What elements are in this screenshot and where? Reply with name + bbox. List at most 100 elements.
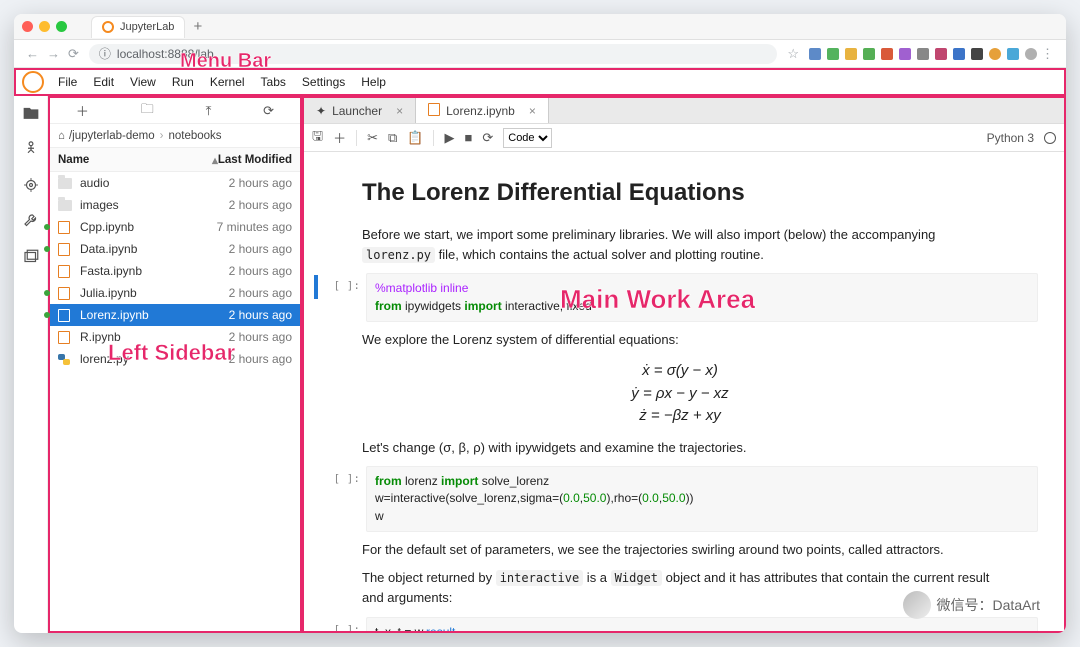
file-name: images: [80, 198, 229, 212]
run-icon[interactable]: ▶: [444, 130, 454, 146]
new-folder-icon[interactable]: 🗀: [141, 100, 154, 122]
extension-icon[interactable]: [1007, 48, 1019, 60]
extension-icon[interactable]: [809, 48, 821, 60]
menu-help[interactable]: Help: [353, 75, 394, 89]
extension-icon[interactable]: [881, 48, 893, 60]
file-row[interactable]: Cpp.ipynb7 minutes ago: [50, 216, 300, 238]
file-modified: 2 hours ago: [229, 242, 292, 256]
extension-icon[interactable]: [863, 48, 875, 60]
running-icon[interactable]: [22, 140, 40, 158]
menu-file[interactable]: File: [50, 75, 85, 89]
folder-icon: [58, 198, 74, 212]
watermark: 微信号：DataArt: [903, 591, 1040, 619]
close-tab-icon[interactable]: ×: [529, 104, 536, 118]
back-icon[interactable]: ←: [26, 46, 39, 61]
menu-icon[interactable]: ⋮: [1041, 46, 1054, 62]
column-name[interactable]: Name: [50, 154, 212, 166]
extension-icon[interactable]: [827, 48, 839, 60]
file-row[interactable]: Julia.ipynb2 hours ago: [50, 282, 300, 304]
file-row[interactable]: lorenz.py2 hours ago: [50, 348, 300, 370]
equations: ẋ = σ(y − x) ẏ = ρx − y − xz ż = −βz + x…: [322, 360, 1038, 428]
extension-icon[interactable]: [845, 48, 857, 60]
copy-icon[interactable]: ⧉: [388, 130, 397, 146]
code-cell[interactable]: [ ]: %matplotlib inline from ipywidgets …: [322, 273, 1038, 322]
file-modified: 2 hours ago: [229, 352, 292, 366]
breadcrumb-item[interactable]: jupyterlab-demo: [72, 130, 154, 142]
forward-icon[interactable]: →: [47, 46, 60, 61]
extension-icon[interactable]: [935, 48, 947, 60]
star-icon[interactable]: ☆: [787, 46, 799, 62]
upload-icon[interactable]: ⤒: [206, 103, 212, 119]
reload-icon[interactable]: ⟳: [68, 46, 79, 62]
close-window-icon[interactable]: [22, 21, 33, 32]
refresh-icon[interactable]: ⟳: [263, 103, 274, 119]
markdown-text: For the default set of parameters, we se…: [362, 540, 998, 560]
kernel-status-icon[interactable]: [1044, 132, 1056, 144]
extension-icon[interactable]: [989, 48, 1001, 60]
file-modified: 2 hours ago: [229, 308, 292, 322]
file-name: R.ipynb: [80, 330, 229, 344]
restart-icon[interactable]: ⟳: [482, 130, 493, 146]
menu-tabs[interactable]: Tabs: [253, 75, 294, 89]
paste-icon[interactable]: 📋: [407, 130, 423, 146]
tools-icon[interactable]: [22, 212, 40, 230]
tab-launcher[interactable]: ✦Launcher×: [304, 98, 416, 123]
file-row[interactable]: audio2 hours ago: [50, 172, 300, 194]
file-row[interactable]: R.ipynb2 hours ago: [50, 326, 300, 348]
browser-tab[interactable]: JupyterLab: [91, 16, 185, 38]
browser-tab-title: JupyterLab: [120, 21, 174, 33]
menu-settings[interactable]: Settings: [294, 75, 353, 89]
notebook-toolbar: 🖫 ＋ ✂ ⧉ 📋 ▶ ■ ⟳ Code Python 3: [304, 124, 1064, 152]
column-modified[interactable]: Last Modified: [218, 154, 300, 166]
minimize-window-icon[interactable]: [39, 21, 50, 32]
extension-icon[interactable]: [899, 48, 911, 60]
jupyter-logo-icon[interactable]: [22, 71, 44, 93]
file-row[interactable]: Lorenz.ipynb2 hours ago: [50, 304, 300, 326]
file-list-header[interactable]: Name ▴ Last Modified: [50, 148, 300, 172]
file-row[interactable]: images2 hours ago: [50, 194, 300, 216]
file-name: Fasta.ipynb: [80, 264, 229, 278]
python-icon: [58, 352, 74, 366]
extension-icon[interactable]: [917, 48, 929, 60]
notebook-title: The Lorenz Differential Equations: [362, 174, 998, 211]
address-bar[interactable]: ⓘ localhost:8888/lab: [89, 44, 777, 64]
tab-lorenz-ipynb[interactable]: Lorenz.ipynb×: [416, 98, 549, 123]
notebook-icon: [58, 242, 74, 256]
file-name: lorenz.py: [80, 352, 229, 366]
tabs-icon[interactable]: [22, 248, 40, 266]
new-tab-button[interactable]: +: [193, 18, 202, 35]
menu-run[interactable]: Run: [164, 75, 202, 89]
stop-icon[interactable]: ■: [464, 130, 472, 145]
menu-view[interactable]: View: [122, 75, 164, 89]
url-text: localhost:8888/lab: [117, 47, 214, 61]
notebook-body[interactable]: The Lorenz Differential Equations Before…: [304, 152, 1064, 631]
menu-kernel[interactable]: Kernel: [202, 75, 253, 89]
new-launcher-icon[interactable]: ＋: [76, 101, 89, 120]
tab-label: Launcher: [332, 104, 382, 118]
maximize-window-icon[interactable]: [56, 21, 67, 32]
left-sidebar: ＋ 🗀 ⤒ ⟳ ⌂ / jupyterlab-demo › notebooks …: [48, 96, 302, 633]
menu-bar: FileEditViewRunKernelTabsSettingsHelp: [14, 68, 1066, 96]
code-cell[interactable]: [ ]: from lorenz import solve_lorenz w=i…: [322, 466, 1038, 532]
cut-icon[interactable]: ✂: [367, 130, 378, 146]
file-browser-icon[interactable]: [22, 104, 40, 122]
home-icon[interactable]: ⌂: [58, 130, 65, 142]
add-cell-icon[interactable]: ＋: [333, 128, 346, 147]
extension-icon[interactable]: [971, 48, 983, 60]
extension-icon[interactable]: [953, 48, 965, 60]
breadcrumb[interactable]: ⌂ / jupyterlab-demo › notebooks: [50, 124, 300, 148]
file-row[interactable]: Fasta.ipynb2 hours ago: [50, 260, 300, 282]
jupyter-favicon: [102, 21, 114, 33]
close-tab-icon[interactable]: ×: [396, 104, 403, 118]
commands-icon[interactable]: [22, 176, 40, 194]
notebook-icon: [428, 103, 440, 119]
save-icon[interactable]: 🖫: [312, 127, 323, 149]
avatar-icon[interactable]: [1025, 48, 1037, 60]
file-modified: 2 hours ago: [229, 330, 292, 344]
breadcrumb-item[interactable]: notebooks: [168, 130, 221, 142]
folder-icon: [58, 176, 74, 190]
menu-edit[interactable]: Edit: [85, 75, 122, 89]
cell-type-select[interactable]: Code: [503, 128, 552, 148]
kernel-name[interactable]: Python 3: [987, 131, 1034, 145]
file-row[interactable]: Data.ipynb2 hours ago: [50, 238, 300, 260]
